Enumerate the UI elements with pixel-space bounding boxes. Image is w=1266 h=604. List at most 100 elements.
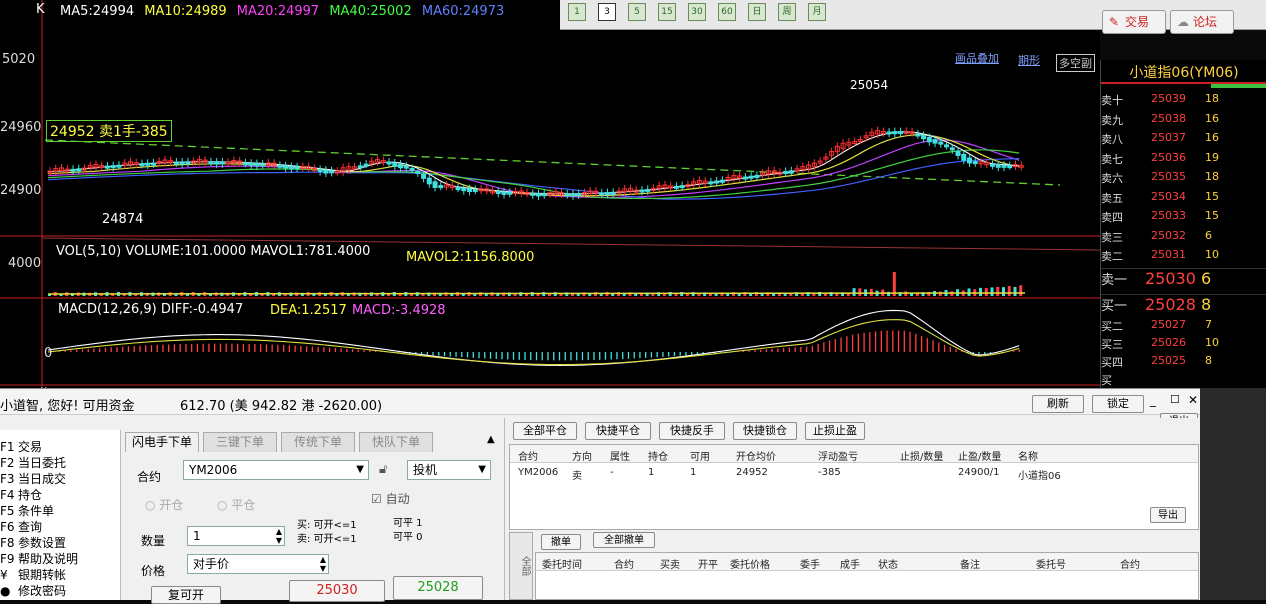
export-button[interactable]: 导出 <box>1150 507 1186 523</box>
order-tab-3[interactable]: 快队下单 <box>359 432 433 452</box>
price-type-select[interactable]: 对手价 ▲ ▼ <box>187 554 329 574</box>
menu-item-9[interactable]: ● 修改密码 <box>0 582 66 598</box>
order-tab-2[interactable]: 传统下单 <box>281 432 355 452</box>
close-radio-label: 平仓 <box>231 498 256 512</box>
contract-select[interactable]: YM2006 ▼ <box>183 460 369 480</box>
menu-key: F9 <box>0 552 15 566</box>
bid1-row[interactable]: 买一 25028 8 <box>1101 294 1266 316</box>
trade-button[interactable]: ✎ 交易 <box>1102 10 1166 34</box>
sell-price-button[interactable]: 25030 <box>289 580 385 602</box>
column-header: 合约 <box>518 452 538 463</box>
positions-table[interactable]: 合约 方向 属性 持仓 可用 开仓均价 浮动盈亏 止损/数量 止盈/数量 名称 YM2006 卖 - 1… <box>509 444 1199 530</box>
chevron-down-icon: ▼ <box>356 464 364 475</box>
period-button[interactable]: 15 <box>658 3 676 21</box>
period-button[interactable]: 月 <box>808 3 826 21</box>
period-button[interactable]: 1 <box>568 3 586 21</box>
bid-name: 买四 <box>1101 356 1123 369</box>
buy-price-button[interactable]: 25028 <box>393 576 483 600</box>
lock-icon[interactable]: 🔓︎ <box>379 462 387 477</box>
orders-table[interactable]: 委托时间 合约 买卖 开平 委托价格 委手 成手 状态 备注 委托号 合约 <box>535 552 1199 600</box>
position-action-button[interactable]: 快捷平仓 <box>585 422 651 440</box>
menu-item-6[interactable]: F8 参数设置 <box>0 534 66 550</box>
stepper-arrows-icon[interactable]: ▲ ▼ <box>276 527 282 545</box>
overlay-link[interactable]: 画品叠加 <box>955 50 999 66</box>
forum-button-label: 论坛 <box>1193 15 1218 29</box>
bid1-name: 买一 <box>1101 299 1128 314</box>
menu-item-4[interactable]: F5 条件单 <box>0 502 54 518</box>
ask-name: 卖九 <box>1101 113 1123 127</box>
cancel-order-button[interactable]: 撤单 <box>541 534 581 550</box>
shape-link[interactable]: 期形 <box>1018 52 1040 68</box>
extra-button[interactable]: 复可开 <box>151 586 221 604</box>
bid-price: 25026 <box>1151 336 1186 349</box>
stepper-arrows-icon[interactable]: ▲ ▼ <box>320 555 326 573</box>
auto-checkbox[interactable]: ☑ 自动 <box>371 490 410 507</box>
period-button-active[interactable]: 3 <box>598 3 616 21</box>
ask-price: 25034 <box>1151 189 1186 203</box>
period-toolbar: 1 3 5 15 30 60 日 周 月 ✎ 交易 ☁ 论坛 <box>560 0 1266 34</box>
order-entry-panel: 闪电手下单 三键下单 传统下单 快队下单 ▲ 合约 YM2006 ▼ 🔓︎ 投机 ▼ … <box>120 430 502 604</box>
position-action-button[interactable]: 全部平仓 <box>513 422 577 440</box>
price-label: 价格 <box>141 564 166 578</box>
ask-price: 25039 <box>1151 92 1186 105</box>
forum-button[interactable]: ☁ 论坛 <box>1170 10 1234 34</box>
menu-item-0[interactable]: F1 交易 <box>0 438 42 454</box>
period-button[interactable]: 60 <box>718 3 736 21</box>
position-action-button[interactable]: 快捷反手 <box>659 422 725 440</box>
chart-canvas <box>0 0 1100 388</box>
menu-label: 修改密码 <box>18 584 67 598</box>
menu-item-8[interactable]: ¥ 银期转帐 <box>0 566 66 582</box>
cancel-all-button[interactable]: 全部撤单 <box>593 532 655 548</box>
ask-vol: 18 <box>1205 92 1219 105</box>
ask-name: 卖二 <box>1101 250 1123 263</box>
order-tab-0[interactable]: 闪电手下单 <box>125 432 199 452</box>
orders-table-header: 委托时间 合约 买卖 开平 委托价格 委手 成手 状态 备注 委托号 合约 <box>536 553 1198 571</box>
table-cell: -385 <box>818 467 841 478</box>
contract-label: 合约 <box>137 470 162 484</box>
quantity-stepper[interactable]: 1 ▲ ▼ <box>187 526 285 546</box>
position-action-button[interactable]: 止损止盈 <box>805 422 865 440</box>
lock-button[interactable]: 锁定 <box>1092 395 1144 413</box>
open-radio[interactable]: ○ 开仓 <box>145 496 183 513</box>
period-button[interactable]: 周 <box>778 3 796 21</box>
ask1-vol: 6 <box>1201 269 1212 288</box>
refresh-button[interactable]: 刷新 <box>1032 395 1084 413</box>
menu-item-2[interactable]: F3 当日成交 <box>0 470 66 486</box>
table-cell: 小道指06 <box>1018 471 1061 482</box>
period-button[interactable]: 日 <box>748 3 766 21</box>
close-icon[interactable]: ✕ <box>1188 393 1198 407</box>
ask1-row[interactable]: 卖一 25030 6 <box>1101 268 1266 290</box>
menu-item-5[interactable]: F6 查询 <box>0 518 42 534</box>
ask-price: 25031 <box>1151 248 1186 261</box>
position-action-button[interactable]: 快捷锁仓 <box>733 422 797 440</box>
collapse-icon[interactable]: ▲ <box>487 434 495 445</box>
ask-vol: 18 <box>1205 170 1219 183</box>
menu-item-3[interactable]: F4 持仓 <box>0 486 42 502</box>
quantity-value: 1 <box>193 529 201 543</box>
column-header: 止盈/数量 <box>958 452 1002 463</box>
column-header: 浮动盈亏 <box>818 452 858 463</box>
hedge-type-select[interactable]: 投机 ▼ <box>407 460 491 480</box>
bid-vol: 7 <box>1205 318 1212 331</box>
order-filter-tab[interactable]: 全部 <box>509 532 533 600</box>
kline-chart-area[interactable]: K MA5:24994 MA10:24989 MA20:24997 MA40:2… <box>0 0 1100 400</box>
period-button[interactable]: 5 <box>628 3 646 21</box>
minimize-icon[interactable]: _ <box>1150 393 1156 407</box>
order-line-label[interactable]: 24952 卖1手-385 <box>46 120 172 142</box>
menu-item-7[interactable]: F9 帮助及说明 <box>0 550 78 566</box>
table-cell: 24952 <box>736 467 768 478</box>
ask-name: 卖四 <box>1101 211 1123 224</box>
column-header: 开仓均价 <box>736 452 776 463</box>
period-button[interactable]: 30 <box>688 3 706 21</box>
close-radio[interactable]: ○ 平仓 <box>217 496 255 513</box>
trade-button-label: 交易 <box>1125 15 1150 29</box>
multi-pane-link[interactable]: 多空副 <box>1056 54 1095 72</box>
column-header: 状态 <box>878 560 898 571</box>
ma-legend: MA5:24994 MA10:24989 MA20:24997 MA40:250… <box>40 4 504 19</box>
greeting-text: 小道智, 您好! 可用资金 <box>0 399 135 414</box>
menu-key: ¥ <box>0 568 8 582</box>
table-row[interactable]: YM2006 卖 - 1 1 24952 -385 24900/1 小道指06 <box>510 465 1198 482</box>
menu-item-1[interactable]: F2 当日委托 <box>0 454 66 470</box>
order-tab-1[interactable]: 三键下单 <box>203 432 277 452</box>
maximize-icon[interactable]: ☐ <box>1170 393 1180 406</box>
